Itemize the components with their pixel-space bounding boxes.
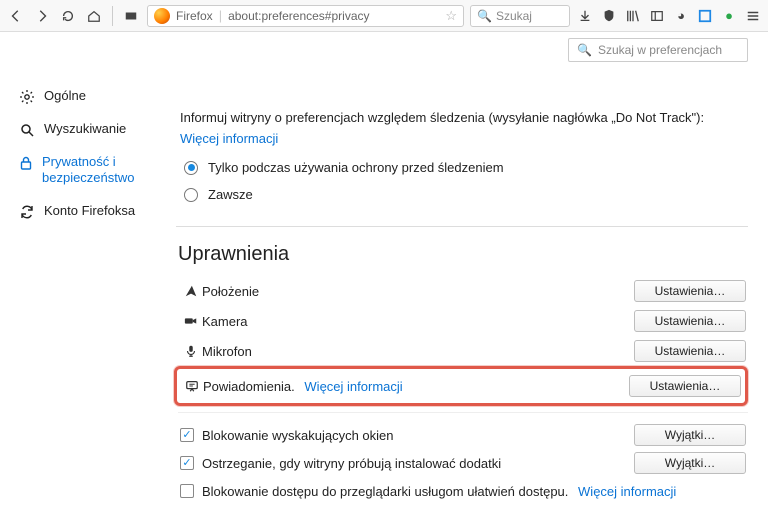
sidebar-item-label: Ogólne — [44, 88, 86, 104]
sidebar-item-search[interactable]: Wyszukiwanie — [14, 113, 168, 146]
checkbox-label: Blokowanie dostępu do przeglądarki usług… — [202, 484, 676, 499]
preferences-page: Ogólne Wyszukiwanie Prywatność i bezpiec… — [0, 32, 768, 506]
settings-button[interactable]: Ustawienia… — [634, 280, 746, 302]
radio-icon — [184, 161, 198, 175]
notifications-highlight: Powiadomienia. Więcej informacji Ustawie… — [174, 366, 748, 406]
home-button[interactable] — [84, 6, 104, 26]
divider — [178, 412, 748, 413]
settings-button[interactable]: Ustawienia… — [634, 340, 746, 362]
permissions-heading: Uprawnienia — [178, 243, 748, 266]
search-placeholder: Szukaj w preferencjach — [598, 43, 722, 57]
sidebar: Ogólne Wyszukiwanie Prywatność i bezpiec… — [0, 32, 180, 506]
permission-row-camera: Kamera Ustawienia… — [180, 306, 748, 336]
checkbox[interactable] — [180, 484, 194, 498]
tracking-intro: Informuj witryny o preferencjach względe… — [180, 110, 748, 125]
tracking-more-info-link[interactable]: Więcej informacji — [180, 131, 748, 146]
search-icon: 🔍 — [477, 9, 492, 23]
notifications-more-info-link[interactable]: Więcej informacji — [304, 379, 402, 394]
settings-button[interactable]: Ustawienia… — [634, 310, 746, 332]
shield-icon[interactable] — [600, 7, 618, 25]
accessibility-more-info-link[interactable]: Więcej informacji — [578, 484, 676, 499]
radio-label: Zawsze — [208, 187, 253, 202]
sidebar-item-account[interactable]: Konto Firefoksa — [14, 195, 168, 228]
sidebar-item-label: Wyszukiwanie — [44, 121, 126, 137]
sidebar-item-general[interactable]: Ogólne — [14, 80, 168, 113]
blue-box-icon[interactable] — [696, 7, 714, 25]
permission-label: Położenie — [202, 284, 634, 299]
checkbox[interactable] — [180, 456, 194, 470]
green-circle-icon[interactable]: ● — [720, 7, 738, 25]
permission-row-notifications: Powiadomienia. Więcej informacji Ustawie… — [177, 372, 743, 400]
toolbar-right-icons: ◕ ● — [576, 7, 762, 25]
preferences-search[interactable]: 🔍 Szukaj w preferencjach — [568, 38, 748, 62]
radio-option-always[interactable]: Zawsze — [184, 181, 748, 208]
permission-row-microphone: Mikrofon Ustawienia… — [180, 336, 748, 366]
gear-icon — [18, 89, 36, 105]
separator — [112, 6, 113, 26]
search-icon — [18, 122, 36, 138]
library-icon[interactable] — [624, 7, 642, 25]
checkbox-row-popup-block: Blokowanie wyskakujących okien Wyjątki… — [180, 421, 748, 449]
lock-icon — [18, 155, 34, 171]
reload-button[interactable] — [58, 6, 78, 26]
exceptions-button[interactable]: Wyjątki… — [634, 424, 746, 446]
location-icon — [180, 284, 202, 298]
microphone-icon — [180, 344, 202, 358]
sidebar-icon[interactable] — [648, 7, 666, 25]
divider — [176, 226, 748, 227]
firefox-logo-icon — [154, 8, 170, 24]
notification-icon — [181, 379, 203, 393]
radio-icon — [184, 188, 198, 202]
permission-label: Kamera — [202, 314, 634, 329]
search-icon: 🔍 — [577, 43, 592, 57]
exceptions-button[interactable]: Wyjątki… — [634, 452, 746, 474]
panda-icon[interactable]: ◕ — [672, 7, 690, 25]
checkbox-row-accessibility-block: Blokowanie dostępu do przeglądarki usług… — [180, 477, 748, 505]
permission-label: Powiadomienia. Więcej informacji — [203, 379, 629, 394]
checkbox-label: Blokowanie wyskakujących okien — [202, 428, 393, 443]
browser-toolbar: Firefox | about:preferences#privacy ☆ 🔍 … — [0, 0, 768, 32]
checkbox[interactable] — [180, 428, 194, 442]
sidebar-item-label: Konto Firefoksa — [44, 203, 135, 219]
back-button[interactable] — [6, 6, 26, 26]
permission-label: Mikrofon — [202, 344, 634, 359]
search-placeholder: Szukaj — [496, 9, 532, 23]
sync-icon — [18, 204, 36, 220]
checkbox-label: Ostrzeganie, gdy witryny próbują instalo… — [202, 456, 501, 471]
sidebar-item-label: Prywatność i bezpieczeństwo — [42, 154, 164, 187]
settings-button[interactable]: Ustawienia… — [629, 375, 741, 397]
menu-icon[interactable] — [744, 7, 762, 25]
forward-button[interactable] — [32, 6, 52, 26]
download-icon[interactable] — [576, 7, 594, 25]
firefox-label: Firefox — [176, 9, 213, 23]
radio-option-tracking-protection[interactable]: Tylko podczas używania ochrony przed śle… — [184, 154, 748, 181]
sidebar-item-privacy[interactable]: Prywatność i bezpieczeństwo — [14, 146, 168, 195]
radio-label: Tylko podczas używania ochrony przed śle… — [208, 160, 504, 175]
toolbar-search[interactable]: 🔍 Szukaj — [470, 5, 570, 27]
content: 🔍 Szukaj w preferencjach Informuj witryn… — [180, 32, 768, 506]
address-bar[interactable]: Firefox | about:preferences#privacy ☆ — [147, 5, 464, 27]
checkbox-row-addon-warn: Ostrzeganie, gdy witryny próbują instalo… — [180, 449, 748, 477]
star-icon[interactable]: ☆ — [445, 8, 457, 24]
permission-row-location: Położenie Ustawienia… — [180, 276, 748, 306]
camera-icon — [180, 314, 202, 328]
tile-icon[interactable] — [121, 6, 141, 26]
url-text: about:preferences#privacy — [228, 9, 439, 23]
